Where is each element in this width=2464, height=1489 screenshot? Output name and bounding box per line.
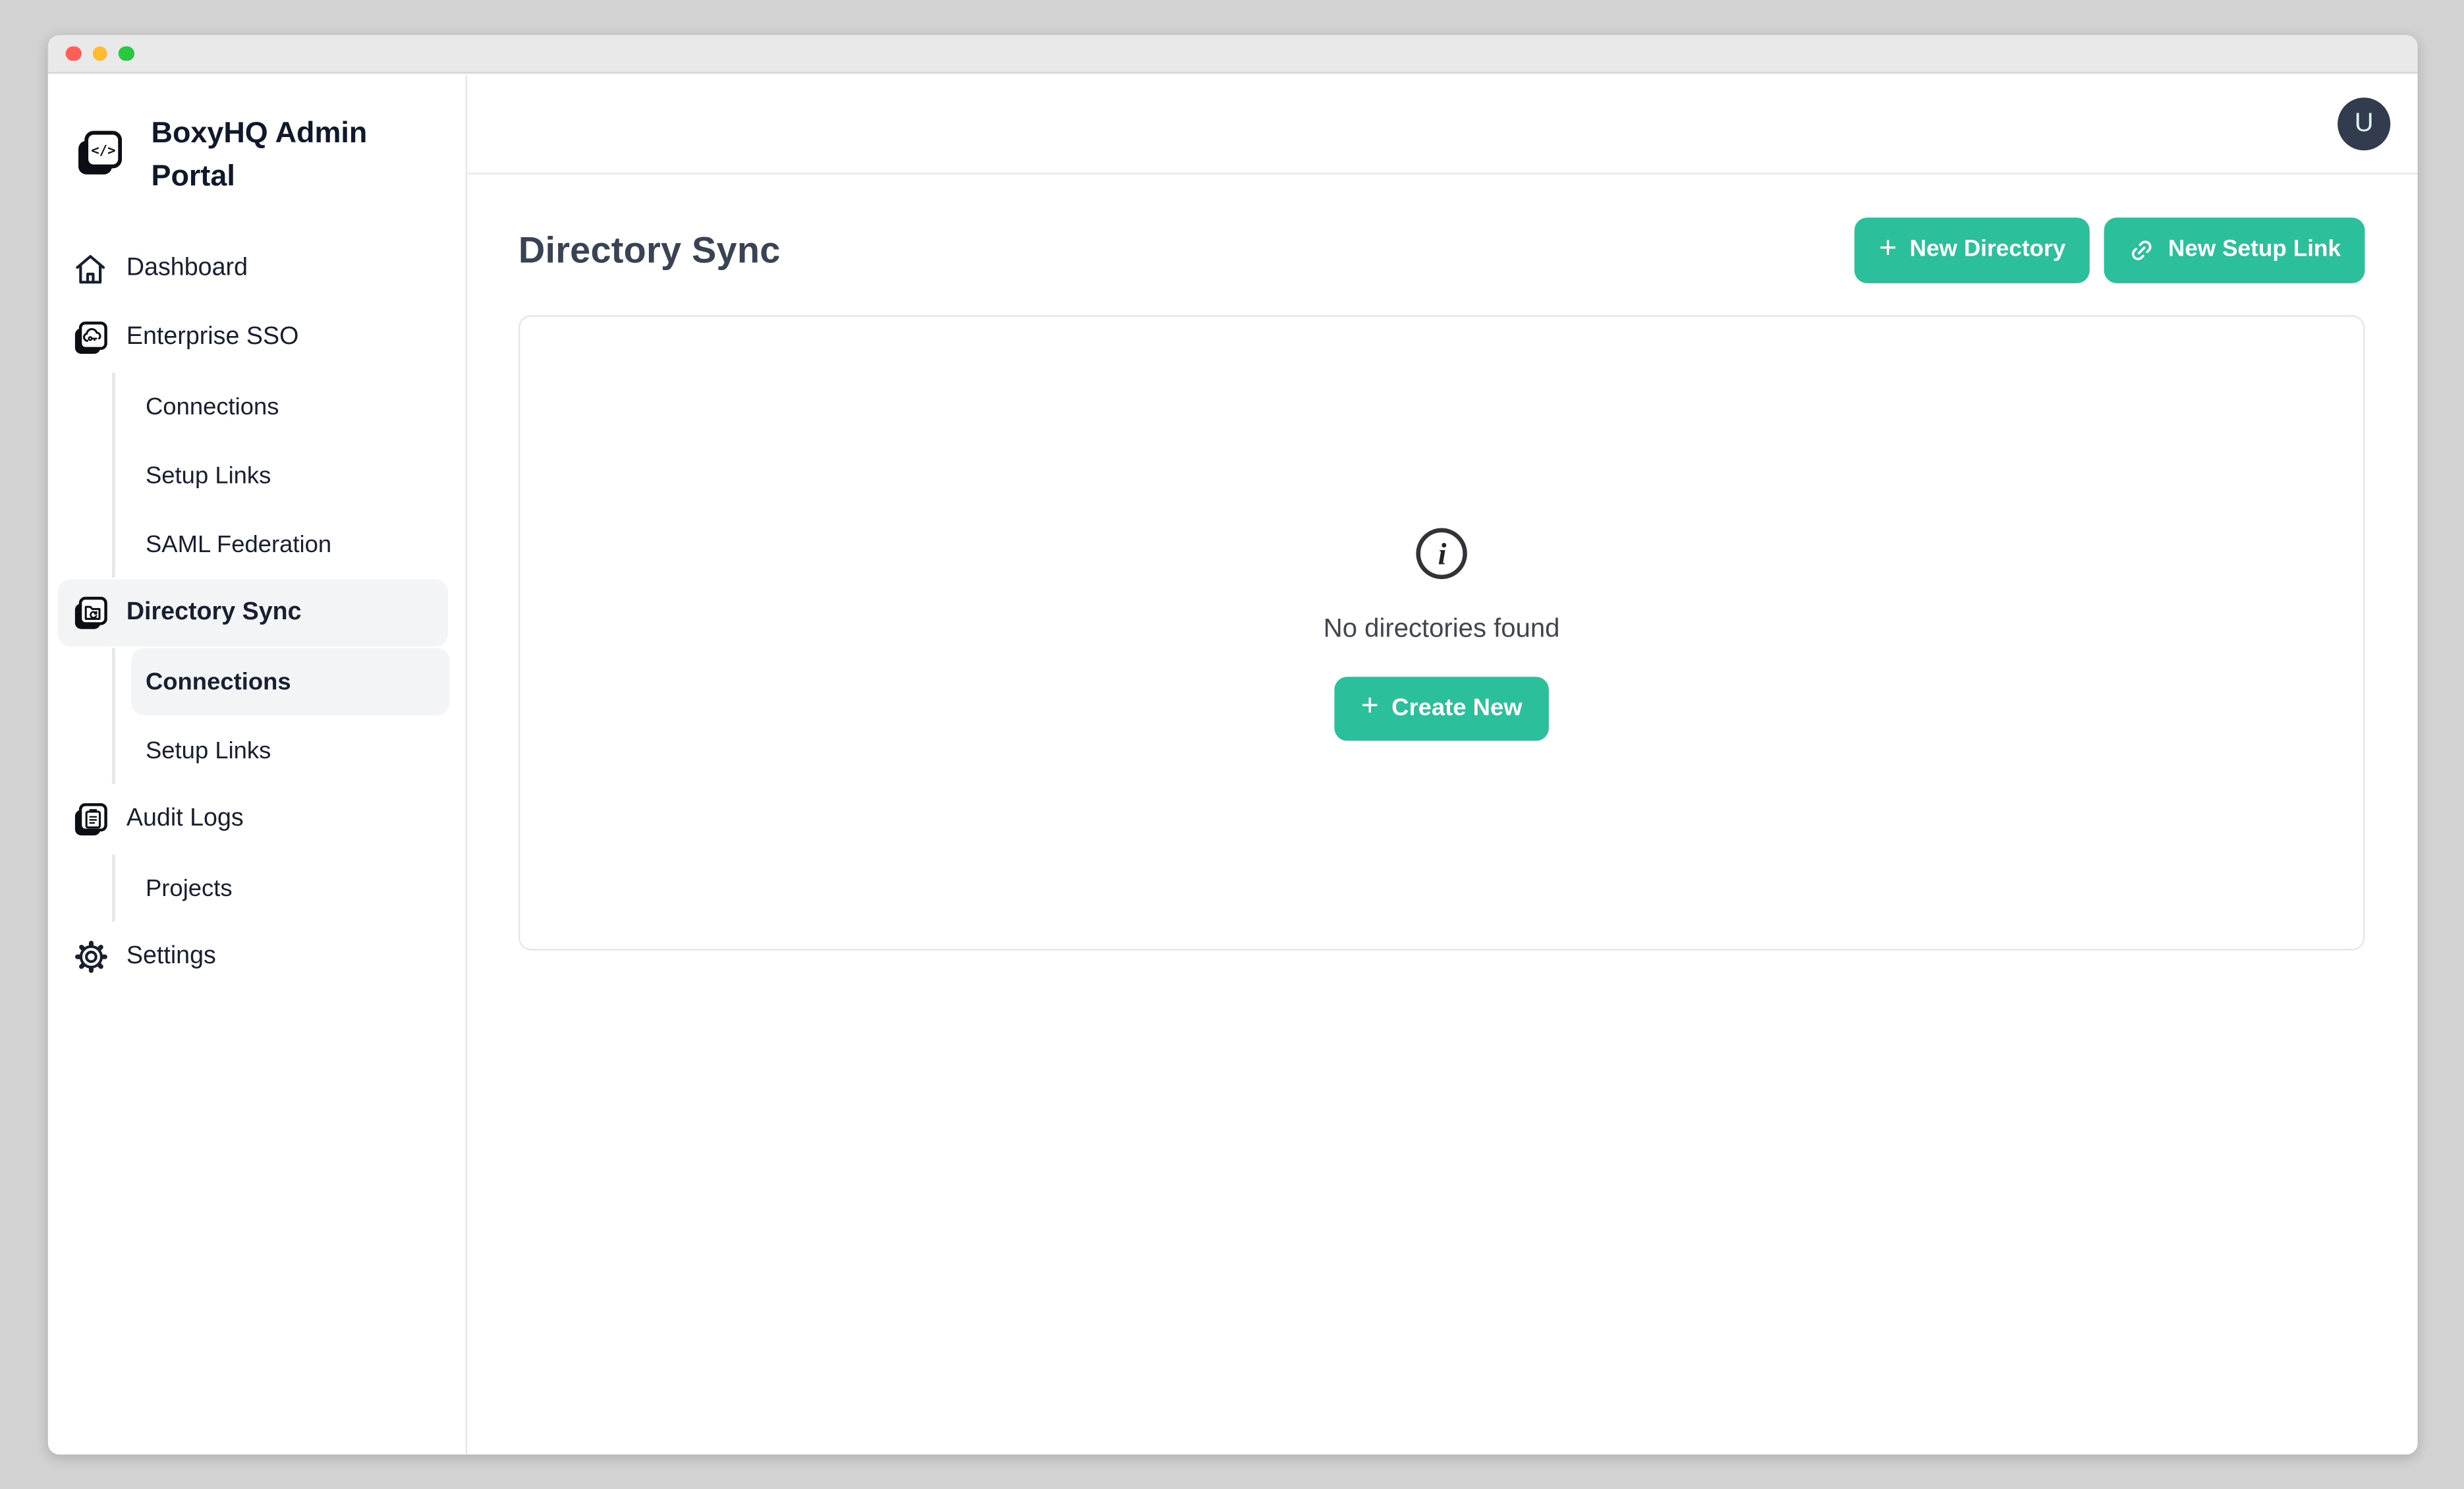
sidebar-subitem-projects[interactable]: Projects (131, 855, 449, 922)
create-new-button[interactable]: + Create New (1333, 676, 1549, 740)
sidebar-subitem-sso-connections[interactable]: Connections (131, 373, 449, 440)
page-actions: + New Directory (1855, 217, 2365, 283)
plus-icon: + (1361, 691, 1379, 721)
top-header: U (467, 75, 2417, 175)
directory-sync-submenu: Connections Setup Links (112, 648, 466, 784)
plus-icon: + (1879, 233, 1897, 263)
sidebar-subitem-label: Setup Links (146, 462, 271, 489)
create-new-label: Create New (1391, 694, 1522, 721)
settings-gear-icon (70, 937, 111, 977)
page-title: Directory Sync (518, 228, 781, 271)
directories-empty-panel: i No directories found + Create New (518, 315, 2365, 950)
sidebar-subitem-label: Projects (146, 874, 233, 901)
sidebar-item-dashboard[interactable]: Dashboard (57, 235, 448, 302)
sidebar-item-label: Dashboard (126, 254, 248, 283)
enterprise-sso-icon (70, 318, 111, 358)
close-window-button[interactable] (66, 46, 81, 61)
home-icon (70, 249, 111, 289)
sidebar-subitem-label: SAML Federation (146, 530, 331, 557)
svg-text:i: i (1438, 536, 1447, 570)
sidebar-subitem-dsync-setup-links[interactable]: Setup Links (131, 717, 449, 784)
link-icon (2128, 236, 2155, 263)
zoom-window-button[interactable] (119, 46, 134, 61)
info-icon: i (1414, 526, 1469, 580)
directory-sync-icon (70, 593, 111, 633)
minimize-window-button[interactable] (92, 46, 107, 61)
sidebar-subitem-sso-setup-links[interactable]: Setup Links (131, 441, 449, 509)
audit-logs-submenu: Projects (112, 855, 466, 922)
sidebar-subitem-label: Connections (146, 393, 279, 420)
sidebar-item-label: Settings (126, 942, 216, 971)
window-titlebar (48, 35, 2418, 73)
sidebar-item-enterprise-sso[interactable]: Enterprise SSO (57, 304, 448, 371)
logo[interactable]: </> BoxyHQ Admin Portal (48, 75, 466, 197)
sidebar-item-settings[interactable]: Settings (57, 923, 448, 990)
main-area: U Directory Sync + New Directory (467, 75, 2417, 1454)
svg-text:</>: </> (90, 142, 115, 158)
empty-state-message: No directories found (1324, 613, 1560, 644)
sidebar-item-label: Directory Sync (126, 598, 302, 627)
new-setup-link-button[interactable]: New Setup Link (2104, 217, 2365, 283)
sidebar-item-audit-logs[interactable]: Audit Logs (57, 785, 448, 853)
app-title: BoxyHQ Admin Portal (151, 111, 391, 197)
new-directory-button[interactable]: + New Directory (1855, 217, 2090, 283)
sidebar-subitem-label: Setup Links (146, 737, 271, 764)
app-body: </> BoxyHQ Admin Portal (48, 75, 2418, 1454)
sidebar: </> BoxyHQ Admin Portal (48, 75, 467, 1454)
boxyhq-code-logo-icon: </> (71, 126, 126, 181)
sidebar-subitem-label: Connections (146, 668, 291, 695)
sidebar-nav: Dashboard Enterprise SSO (48, 235, 466, 990)
new-directory-label: New Directory (1910, 237, 2066, 262)
user-avatar[interactable]: U (2338, 98, 2390, 150)
audit-logs-icon (70, 799, 111, 839)
sidebar-item-directory-sync[interactable]: Directory Sync (57, 579, 448, 646)
page-title-row: Directory Sync + New Directory (518, 216, 2365, 283)
sidebar-subitem-dsync-connections[interactable]: Connections (131, 648, 449, 716)
enterprise-sso-submenu: Connections Setup Links SAML Federation (112, 373, 466, 578)
screen: </> BoxyHQ Admin Portal (0, 0, 2464, 1489)
app-window: </> BoxyHQ Admin Portal (48, 35, 2418, 1454)
sidebar-item-label: Enterprise SSO (126, 323, 299, 352)
sidebar-item-label: Audit Logs (126, 805, 244, 834)
sidebar-subitem-saml-federation[interactable]: SAML Federation (131, 511, 449, 578)
new-setup-link-label: New Setup Link (2168, 237, 2341, 262)
